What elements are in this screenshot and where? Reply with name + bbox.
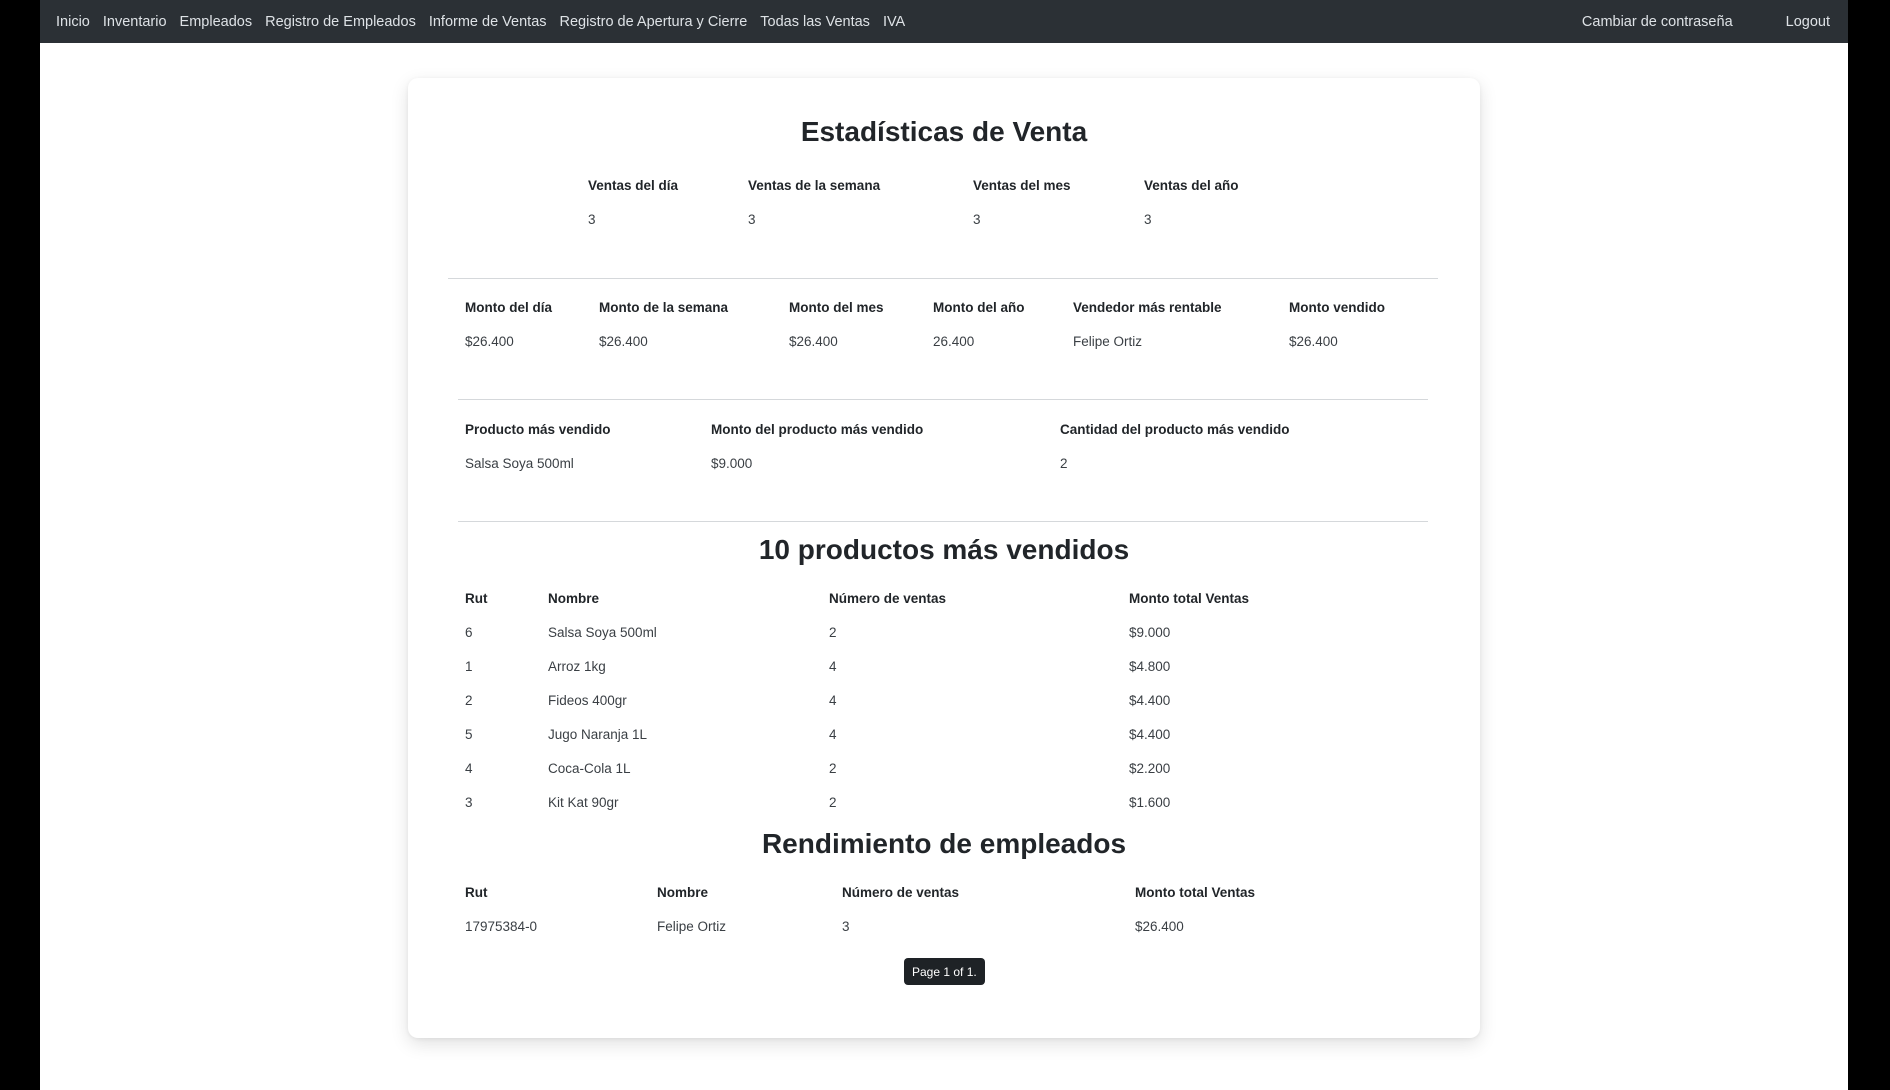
cell-numero-ventas: 2 (829, 761, 837, 776)
col-header-rut: Rut (465, 591, 488, 606)
stat-count-week-label: Ventas de la semana (748, 178, 881, 193)
stat-top-seller-value: Felipe Ortiz (1073, 334, 1143, 349)
divider (448, 278, 1438, 279)
cell-monto-total: $2.200 (1129, 761, 1171, 776)
nav-links: Inicio Inventario Empleados Registro de … (56, 14, 905, 30)
col-header-numero-ventas: Número de ventas (829, 591, 947, 606)
cell-rut: 3 (465, 795, 473, 810)
logout-link[interactable]: Logout (1786, 14, 1830, 30)
cell-monto-total: $4.800 (1129, 659, 1171, 674)
col-header-rut: Rut (465, 885, 488, 900)
stat-amount-week-value: $26.400 (599, 334, 648, 349)
cell-numero-ventas: 4 (829, 693, 837, 708)
sales-stats-card: Estadísticas de Venta Ventas del día Ven… (408, 78, 1480, 1038)
stat-top-product-qty-label: Cantidad del producto más vendido (1060, 422, 1290, 437)
cell-nombre: Arroz 1kg (548, 659, 606, 674)
cell-monto-total: $1.600 (1129, 795, 1171, 810)
cell-rut: 4 (465, 761, 473, 776)
top-navbar: Inicio Inventario Empleados Registro de … (40, 0, 1848, 43)
nav-right: Cambiar de contraseña Logout (1582, 14, 1832, 30)
divider (458, 399, 1428, 400)
stat-top-product-amount-label: Monto del producto más vendido (711, 422, 924, 437)
stat-sold-amount-value: $26.400 (1289, 334, 1338, 349)
cell-numero-ventas: 2 (829, 795, 837, 810)
browser-viewport: Inicio Inventario Empleados Registro de … (40, 0, 1848, 1090)
cell-monto-total: $4.400 (1129, 727, 1171, 742)
nav-link-informe-ventas[interactable]: Informe de Ventas (429, 14, 547, 30)
stats-title: Estadísticas de Venta (800, 116, 1088, 147)
stat-count-month-value: 3 (973, 212, 981, 227)
stat-amount-month-label: Monto del mes (789, 300, 884, 315)
stat-count-day-value: 3 (588, 212, 596, 227)
employees-title: Rendimiento de empleados (761, 828, 1127, 859)
cell-numero-ventas: 2 (829, 625, 837, 640)
cell-rut: 5 (465, 727, 473, 742)
stat-amount-week-label: Monto de la semana (599, 300, 729, 315)
col-header-monto-total: Monto total Ventas (1135, 885, 1256, 900)
cell-monto-total: $9.000 (1129, 625, 1171, 640)
stat-count-year-label: Ventas del año (1144, 178, 1239, 193)
stat-top-product-qty-value: 2 (1060, 456, 1068, 471)
stat-count-week-value: 3 (748, 212, 756, 227)
cell-rut: 17975384-0 (465, 919, 538, 934)
top-products-title: 10 productos más vendidos (758, 534, 1130, 565)
cell-monto-total: $4.400 (1129, 693, 1171, 708)
col-header-numero-ventas: Número de ventas (842, 885, 960, 900)
nav-link-iva[interactable]: IVA (883, 14, 905, 30)
cell-nombre: Fideos 400gr (548, 693, 627, 708)
cell-rut: 2 (465, 693, 473, 708)
nav-link-inicio[interactable]: Inicio (56, 14, 90, 30)
cell-nombre: Jugo Naranja 1L (548, 727, 648, 742)
change-password-link[interactable]: Cambiar de contraseña (1582, 14, 1733, 30)
cell-numero-ventas: 3 (842, 919, 850, 934)
cell-nombre: Coca-Cola 1L (548, 761, 631, 776)
divider (458, 521, 1428, 522)
stat-amount-day-label: Monto del día (465, 300, 552, 315)
nav-link-registro-empleados[interactable]: Registro de Empleados (265, 14, 416, 30)
nav-link-todas-ventas[interactable]: Todas las Ventas (760, 14, 870, 30)
col-header-nombre: Nombre (657, 885, 709, 900)
stat-top-product-value: Salsa Soya 500ml (465, 456, 574, 471)
col-header-monto-total: Monto total Ventas (1129, 591, 1250, 606)
cell-numero-ventas: 4 (829, 727, 837, 742)
stat-sold-amount-label: Monto vendido (1289, 300, 1385, 315)
stat-count-year-value: 3 (1144, 212, 1152, 227)
cell-rut: 6 (465, 625, 473, 640)
nav-link-empleados[interactable]: Empleados (180, 14, 253, 30)
stat-top-product-amount-value: $9.000 (711, 456, 753, 471)
stat-top-product-label: Producto más vendido (465, 422, 611, 437)
nav-link-registro-apertura-cierre[interactable]: Registro de Apertura y Cierre (560, 14, 748, 30)
stat-amount-month-value: $26.400 (789, 334, 838, 349)
nav-link-inventario[interactable]: Inventario (103, 14, 167, 30)
cell-numero-ventas: 4 (829, 659, 837, 674)
cell-nombre: Kit Kat 90gr (548, 795, 619, 810)
stat-amount-year-label: Monto del año (933, 300, 1025, 315)
cell-monto-total: $26.400 (1135, 919, 1184, 934)
stat-amount-day-value: $26.400 (465, 334, 514, 349)
pagination-indicator: Page 1 of 1. (904, 958, 985, 985)
stat-count-month-label: Ventas del mes (973, 178, 1071, 193)
stat-count-day-label: Ventas del día (588, 178, 679, 193)
stat-amount-year-value: 26.400 (933, 334, 975, 349)
cell-nombre: Felipe Ortiz (657, 919, 727, 934)
col-header-nombre: Nombre (548, 591, 600, 606)
cell-rut: 1 (465, 659, 473, 674)
cell-nombre: Salsa Soya 500ml (548, 625, 657, 640)
stat-top-seller-label: Vendedor más rentable (1073, 300, 1222, 315)
